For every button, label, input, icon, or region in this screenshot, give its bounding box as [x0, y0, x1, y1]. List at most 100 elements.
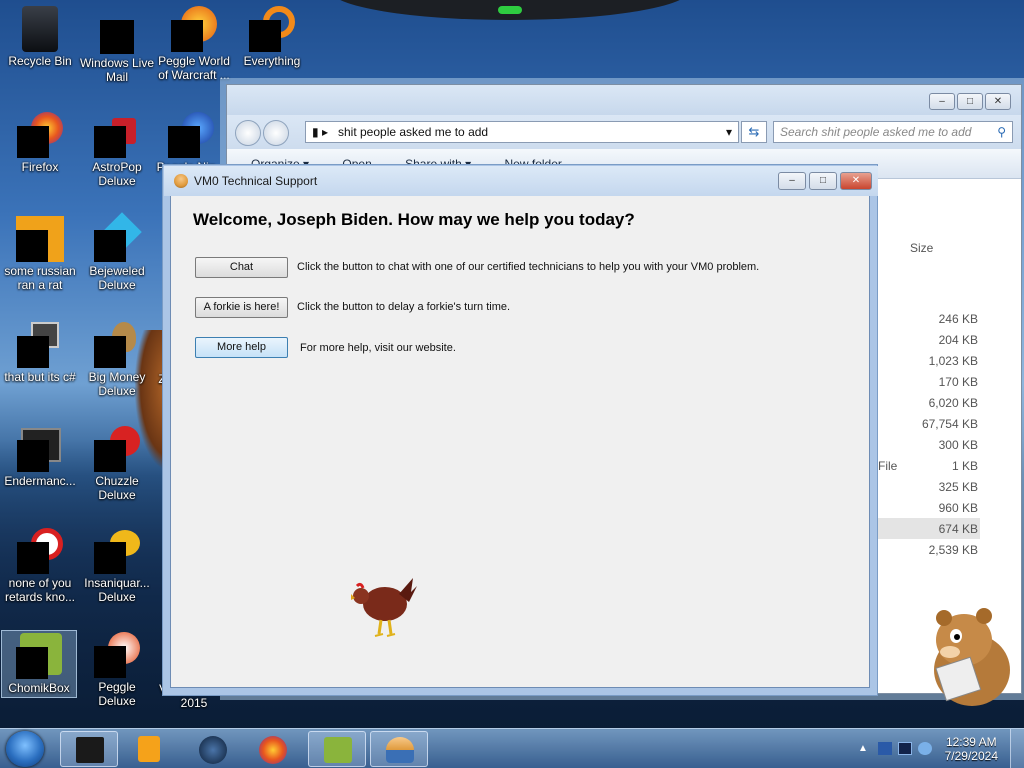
- taskbar-firefox[interactable]: [244, 731, 302, 767]
- back-arrow-icon[interactable]: [235, 120, 261, 146]
- desktop-icon-big-money[interactable]: Big Money Deluxe: [79, 322, 155, 398]
- explorer-address-row: ▮ ▸ shit people asked me to add ▾ ⇆ Sear…: [227, 115, 1021, 149]
- refresh-icon[interactable]: ⇆: [741, 121, 767, 143]
- forward-arrow-icon[interactable]: [263, 120, 289, 146]
- taskbar-vm0-support[interactable]: [370, 731, 428, 767]
- hamster-mascot-icon: [934, 608, 1010, 706]
- dialog-close-button[interactable]: ✕: [840, 172, 872, 190]
- show-hidden-icons-icon[interactable]: ▲: [858, 743, 872, 756]
- desktop-gadget: [330, 0, 690, 20]
- monitor-icon[interactable]: [898, 742, 912, 755]
- address-bar[interactable]: ▮ ▸ shit people asked me to add ▾: [305, 121, 739, 143]
- explorer-titlebar[interactable]: – □ ✕: [227, 85, 1021, 115]
- size-cell: 170 KB: [938, 375, 978, 389]
- desktop-icon-label: that but its c#: [4, 370, 76, 384]
- folder-icon: ▮ ▸: [312, 125, 335, 139]
- chat-button[interactable]: Chat: [195, 257, 288, 278]
- desktop-icon-peggle-deluxe[interactable]: Peggle Deluxe: [79, 630, 155, 708]
- maximize-button[interactable]: □: [957, 93, 983, 110]
- desktop-icon-label: Firefox: [21, 160, 59, 174]
- firefox-icon: [17, 112, 63, 158]
- taskbar: ▲ 12:39 AM 7/29/2024: [0, 728, 1024, 768]
- desktop-icon-everything[interactable]: Everything: [234, 6, 310, 68]
- insaniquarium-icon: [94, 528, 140, 574]
- volume-icon[interactable]: [918, 742, 932, 755]
- vm0-support-dialog[interactable]: VM0 Technical Support – □ ✕ Welcome, Jos…: [164, 166, 878, 688]
- search-icon: ⚲: [997, 125, 1006, 139]
- endermanch-icon: [17, 426, 63, 472]
- desktop-icon-label: some russian ran a rat: [4, 264, 76, 292]
- welcome-heading: Welcome, Joseph Biden. How may we help y…: [193, 210, 635, 229]
- dialog-body: Welcome, Joseph Biden. How may we help y…: [171, 196, 869, 687]
- bejeweled-icon: [94, 212, 142, 262]
- folder-icon: [76, 737, 104, 763]
- network-icon[interactable]: [878, 742, 892, 755]
- show-desktop-button[interactable]: [1010, 729, 1024, 768]
- dialog-maximize-button[interactable]: □: [809, 172, 837, 190]
- desktop-icon-astropop[interactable]: AstroPop Deluxe: [79, 112, 155, 188]
- taskbar-explorer[interactable]: [60, 731, 118, 767]
- recycle-bin-icon: [22, 6, 58, 52]
- globe-icon: [199, 736, 227, 764]
- chat-description: Click the button to chat with one of our…: [297, 261, 760, 273]
- peggle-deluxe-icon: [94, 632, 140, 678]
- desktop-icon-recycle-bin[interactable]: Recycle Bin: [2, 6, 78, 68]
- desktop-icon-label: Peggle World of Warcraft ...: [158, 54, 230, 82]
- size-cell: 2,539 KB: [928, 543, 978, 557]
- type-cell: n File: [868, 459, 898, 473]
- money-bag-icon: [94, 322, 140, 368]
- dialog-title: VM0 Technical Support: [194, 174, 318, 188]
- shortcut-icon: [17, 322, 63, 368]
- desktop-icon-firefox[interactable]: Firefox: [2, 112, 78, 174]
- desktop-icon-chomikbox[interactable]: ChomikBox: [1, 630, 77, 698]
- gadget-led-icon: [498, 6, 522, 14]
- desktop-icon-label: Big Money Deluxe: [88, 370, 146, 398]
- size-cell: 246 KB: [938, 312, 978, 326]
- taskbar-globe[interactable]: [184, 731, 242, 767]
- clock[interactable]: 12:39 AM 7/29/2024: [945, 735, 998, 763]
- desktop-icon-label: Endermanc...: [4, 474, 76, 488]
- taskbar-chomikbox[interactable]: [308, 731, 366, 767]
- desktop-icon-label: Z: [158, 372, 166, 386]
- minimize-button[interactable]: –: [929, 93, 955, 110]
- close-button[interactable]: ✕: [985, 93, 1011, 110]
- desktop-icon-endermanch[interactable]: Endermanc...: [2, 426, 78, 488]
- desktop-icon-bejeweled[interactable]: Bejeweled Deluxe: [79, 212, 155, 292]
- desktop-icon-none-of-you[interactable]: none of you retards kno...: [2, 528, 78, 604]
- desktop-icon-peggle-nights[interactable]: Peggle Nig...: [156, 112, 226, 174]
- taskbar-media-player[interactable]: [120, 731, 178, 767]
- desktop-icon-label: ChomikBox: [8, 681, 70, 695]
- size-cell: 674 KB: [938, 522, 978, 536]
- desktop-icon-russian-rat[interactable]: some russian ran a rat: [2, 216, 78, 292]
- rat-icon: [16, 216, 64, 262]
- size-cell: 67,754 KB: [921, 417, 978, 431]
- forkie-button[interactable]: A forkie is here!: [195, 297, 288, 318]
- desktop-icon-insaniquarium[interactable]: Insaniquar... Deluxe: [79, 528, 155, 604]
- desktop-icon-windows-live-mail[interactable]: Windows Live Mail: [79, 6, 155, 84]
- more-help-button[interactable]: More help: [195, 337, 288, 358]
- size-cell: 300 KB: [938, 438, 978, 452]
- desktop-icon-label: none of you retards kno...: [4, 576, 76, 604]
- size-cell: 960 KB: [938, 501, 978, 515]
- firefox-icon: [259, 736, 287, 764]
- desktop-icon-partial-z[interactable]: Z: [152, 372, 172, 386]
- desktop-icon-label: Recycle Bin: [8, 54, 72, 68]
- start-button[interactable]: [6, 731, 44, 767]
- desktop-icon-that-but-csharp[interactable]: that but its c#: [2, 322, 78, 384]
- desktop-icon-label: Windows Live Mail: [79, 56, 155, 84]
- support-agent-icon: [386, 737, 414, 763]
- chomikbox-icon: [324, 737, 352, 763]
- system-tray: ▲ 12:39 AM 7/29/2024: [844, 729, 1024, 768]
- size-cell: 6,020 KB: [928, 396, 978, 410]
- clock-date: 7/29/2024: [944, 749, 998, 763]
- dialog-titlebar[interactable]: VM0 Technical Support – □ ✕: [164, 166, 878, 196]
- dialog-minimize-button[interactable]: –: [778, 172, 806, 190]
- chevron-down-icon[interactable]: ▾: [726, 122, 732, 142]
- size-column-header[interactable]: Size: [910, 241, 980, 255]
- search-input[interactable]: Search shit people asked me to add ⚲: [773, 121, 1013, 143]
- desktop-icon-peggle-wow[interactable]: Peggle World of Warcraft ...: [156, 6, 232, 82]
- desktop-icon-chuzzle[interactable]: Chuzzle Deluxe: [79, 426, 155, 502]
- desktop-icon-label: Insaniquar... Deluxe: [84, 576, 150, 604]
- desktop-icon-label: Everything: [243, 54, 301, 68]
- size-cell: 325 KB: [938, 480, 978, 494]
